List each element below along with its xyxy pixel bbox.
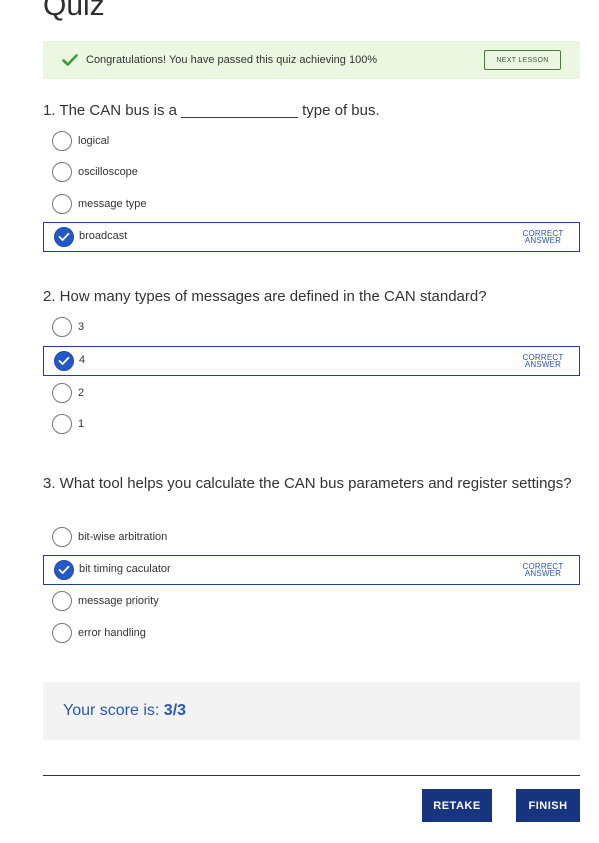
- question-text: 2. How many types of messages are define…: [43, 288, 487, 305]
- option-label: oscilloscope: [78, 166, 138, 178]
- question-1: 1. The CAN bus is a ______________ type …: [43, 100, 580, 260]
- answer-option[interactable]: error handling: [43, 619, 580, 649]
- radio-button-selected[interactable]: [54, 227, 74, 247]
- checkmark-icon: [58, 232, 70, 241]
- answer-option-correct[interactable]: bit timing caculator CORRECT ANSWER: [43, 555, 580, 585]
- radio-button-selected[interactable]: [54, 351, 74, 371]
- radio-button[interactable]: [52, 131, 72, 151]
- option-label: message type: [78, 198, 147, 210]
- option-label: error handling: [78, 627, 146, 639]
- option-label: 2: [78, 387, 85, 399]
- correct-answer-tag: CORRECT ANSWER: [522, 229, 564, 245]
- checkmark-icon: [58, 356, 70, 365]
- option-label: logical: [78, 135, 110, 147]
- radio-button[interactable]: [52, 162, 72, 182]
- finish-button[interactable]: FINISH: [516, 789, 580, 822]
- correct-answer-tag: CORRECT ANSWER: [522, 562, 564, 578]
- radio-button[interactable]: [52, 623, 72, 643]
- score-value: 3/3: [163, 702, 187, 719]
- option-label: bit timing caculator: [79, 563, 171, 575]
- option-label: message priority: [78, 595, 159, 607]
- answer-option[interactable]: 3: [43, 313, 580, 343]
- question-3: 3. What tool helps you calculate the CAN…: [43, 473, 580, 653]
- page-title: Quiz: [43, 0, 105, 22]
- option-label: 1: [78, 418, 85, 430]
- radio-button-selected[interactable]: [54, 560, 74, 580]
- answer-option[interactable]: bit-wise arbitration: [43, 523, 580, 553]
- correct-answer-tag: CORRECT ANSWER: [522, 353, 564, 369]
- retake-button[interactable]: RETAKE: [422, 789, 492, 822]
- answer-option[interactable]: 1: [43, 410, 580, 440]
- option-label: broadcast: [79, 230, 128, 242]
- answer-option[interactable]: oscilloscope: [43, 158, 580, 188]
- option-label: 3: [78, 321, 85, 333]
- checkmark-icon: [58, 565, 70, 574]
- question-text: 3. What tool helps you calculate the CAN…: [43, 475, 572, 492]
- radio-button[interactable]: [52, 414, 72, 434]
- option-label: bit-wise arbitration: [78, 531, 168, 543]
- score-text: Your score is: 3/3: [63, 701, 186, 721]
- divider: [43, 775, 580, 776]
- answer-option[interactable]: 2: [43, 379, 580, 409]
- answer-option[interactable]: message priority: [43, 587, 580, 617]
- next-lesson-button[interactable]: NEXT LESSON: [484, 50, 561, 70]
- option-label: 4: [79, 354, 86, 366]
- answer-option-correct[interactable]: 4 CORRECT ANSWER: [43, 346, 580, 376]
- score-label: Your score is:: [63, 702, 160, 719]
- answer-option[interactable]: logical: [43, 127, 580, 157]
- radio-button[interactable]: [52, 383, 72, 403]
- answer-option[interactable]: message type: [43, 190, 580, 220]
- question-2: 2. How many types of messages are define…: [43, 286, 580, 446]
- radio-button[interactable]: [52, 527, 72, 547]
- radio-button[interactable]: [52, 317, 72, 337]
- radio-button[interactable]: [52, 194, 72, 214]
- radio-button[interactable]: [52, 591, 72, 611]
- success-banner: Congratulations! You have passed this qu…: [43, 41, 580, 79]
- checkmark-icon: [62, 53, 78, 67]
- question-text: 1. The CAN bus is a ______________ type …: [43, 102, 380, 119]
- score-panel: Your score is: 3/3: [43, 682, 580, 740]
- success-message: Congratulations! You have passed this qu…: [86, 54, 378, 66]
- answer-option-correct[interactable]: broadcast CORRECT ANSWER: [43, 222, 580, 252]
